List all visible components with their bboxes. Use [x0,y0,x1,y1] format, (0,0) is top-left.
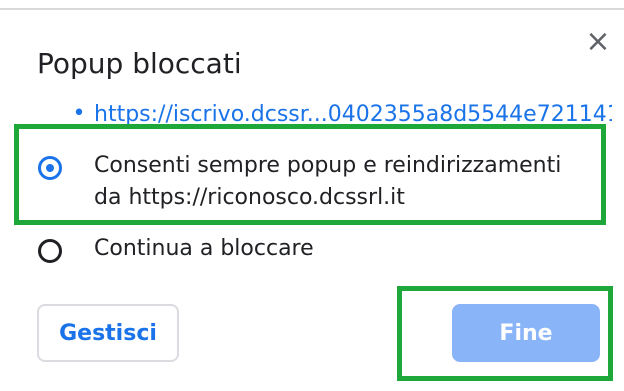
blocked-link-text: https://iscrivo.dcssr...0402355a8d5544e7… [94,104,612,126]
radio-unselected-icon[interactable] [38,239,62,263]
bullet-icon: • [72,104,86,126]
top-divider [0,8,624,10]
option-allow-always-label: Consenti sempre popup e reindirizzamenti… [94,153,562,210]
manage-button[interactable]: Gestisci [37,304,179,362]
option-keep-blocking-label: Continua a bloccare [94,236,314,261]
close-icon[interactable]: × [584,27,612,57]
done-button[interactable]: Fine [452,304,600,362]
radio-selected-icon[interactable] [38,156,62,180]
blocked-link[interactable]: • https://iscrivo.dcssr...0402355a8d5544e… [72,104,613,126]
dialog-title: Popup bloccati [37,47,242,80]
popup-blocked-dialog: Popup bloccati × • https://iscrivo.dcssr.… [0,0,624,391]
